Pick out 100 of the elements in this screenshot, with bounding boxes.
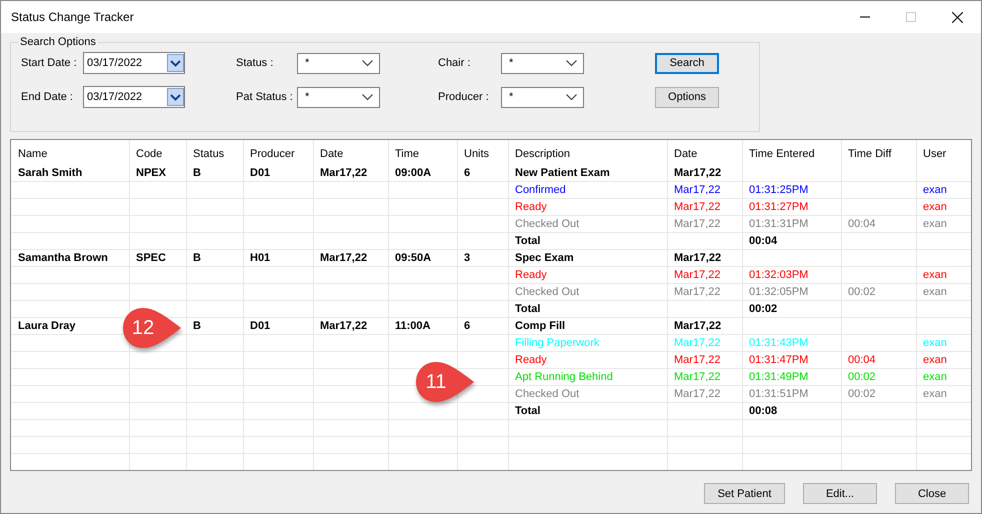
- column-header[interactable]: Status: [186, 145, 243, 165]
- action-button[interactable]: Close: [895, 483, 969, 504]
- chevron-icon: [566, 60, 577, 66]
- action-button[interactable]: Set Patient: [704, 483, 785, 504]
- date-field[interactable]: 03/17/2022: [83, 86, 185, 108]
- field-label: Status :: [236, 57, 274, 69]
- table-cell-text: Spec Exam: [514, 251, 575, 266]
- table-cell-text: 01:32:05PM: [748, 285, 810, 300]
- field-label: Producer :: [438, 91, 490, 103]
- column-header[interactable]: Time Entered: [742, 145, 841, 165]
- column-header[interactable]: Date: [313, 145, 388, 165]
- dropdown-field[interactable]: *: [501, 86, 584, 108]
- dropdown-field[interactable]: *: [501, 52, 584, 74]
- table-cell-text: 00:02: [748, 302, 778, 317]
- dropdown-icon[interactable]: [167, 88, 184, 106]
- table-cell-text: exan: [922, 268, 948, 283]
- table-cell-text: Total: [514, 404, 542, 419]
- table-cell-text: SPEC: [135, 251, 167, 266]
- table-cell-text: Mar17,22: [673, 217, 722, 232]
- table-cell-text: 00:02: [847, 387, 877, 402]
- chevron-icon: [362, 60, 373, 66]
- table-cell-text: exan: [922, 336, 948, 351]
- column-header[interactable]: Date: [667, 145, 742, 165]
- table-cell-text: 3: [463, 251, 472, 266]
- table-cell-text: Mar17,22: [673, 353, 722, 368]
- table-cell-text: 01:31:31PM: [748, 217, 810, 232]
- column-header[interactable]: Name: [11, 145, 129, 165]
- column-header[interactable]: Description: [508, 145, 667, 165]
- table-cell-text: Total: [514, 302, 542, 317]
- table-cell-text: Mar17,22: [673, 251, 722, 266]
- table-cell-text: exan: [922, 217, 948, 232]
- table-cell-text: Samantha Brown: [17, 251, 109, 266]
- table-cell-text: 01:32:03PM: [748, 268, 810, 283]
- column-header[interactable]: Units: [457, 145, 508, 165]
- table-cell-text: B: [192, 319, 202, 334]
- table-cell-text: 01:31:43PM: [748, 336, 810, 351]
- search-button[interactable]: Search: [655, 52, 719, 74]
- table-cell-text: 00:04: [847, 217, 877, 232]
- callout-badge: 11: [414, 360, 476, 404]
- table-cell-text: Ready: [514, 200, 548, 215]
- action-button[interactable]: Edit...: [803, 483, 877, 504]
- table-cell-text: exan: [922, 370, 948, 385]
- table-cell-text: exan: [922, 183, 948, 198]
- table-cell-text: 00:08: [748, 404, 778, 419]
- table-cell-text: 6: [463, 319, 472, 334]
- dropdown-field[interactable]: *: [297, 86, 380, 108]
- table-cell-text: Mar17,22: [673, 200, 722, 215]
- options-button[interactable]: Options: [655, 86, 719, 108]
- table-cell-text: 00:04: [748, 234, 778, 249]
- table-cell-text: B: [192, 251, 202, 266]
- column-header[interactable]: Code: [129, 145, 186, 165]
- table-cell-text: Laura Dray: [17, 319, 76, 334]
- table-cell-text: Mar17,22: [673, 370, 722, 385]
- table-cell-text: exan: [922, 200, 948, 215]
- column-header[interactable]: Time: [388, 145, 457, 165]
- table-cell-text: Mar17,22: [673, 319, 722, 334]
- table-cell-text: Mar17,22: [319, 166, 368, 181]
- table-cell-text: H01: [249, 251, 272, 266]
- table-cell-text: NPEX: [135, 166, 167, 181]
- dropdown-icon[interactable]: [167, 54, 184, 72]
- table-cell-text: 09:00A: [394, 166, 432, 181]
- table-cell-text: Ready: [514, 353, 548, 368]
- group-title: Search Options: [19, 36, 97, 48]
- table-cell-text: Mar17,22: [673, 166, 722, 181]
- dropdown-field[interactable]: *: [297, 52, 380, 74]
- table-cell-text: Ready: [514, 268, 548, 283]
- table-cell-text: Filling Paperwork: [514, 336, 600, 351]
- table-cell-text: exan: [922, 285, 948, 300]
- table-cell-text: 01:31:47PM: [748, 353, 810, 368]
- table-cell-text: B: [192, 166, 202, 181]
- table-cell-text: Mar17,22: [673, 268, 722, 283]
- callout-badge: 12: [121, 306, 183, 350]
- close-icon[interactable]: [952, 12, 963, 22]
- table-cell-text: Apt Running Behind: [514, 370, 614, 385]
- table-cell-text: Total: [514, 234, 542, 249]
- table-cell-text: 01:31:27PM: [748, 200, 810, 215]
- table-cell-text: Sarah Smith: [17, 166, 84, 181]
- table-cell-text: exan: [922, 387, 948, 402]
- column-header[interactable]: Producer: [243, 145, 313, 165]
- field-label: Chair :: [438, 57, 472, 69]
- date-field[interactable]: 03/17/2022: [83, 52, 185, 74]
- table-cell-text: Confirmed: [514, 183, 567, 198]
- table-cell-text: Mar17,22: [319, 319, 368, 334]
- table-cell-text: 00:02: [847, 285, 877, 300]
- column-header[interactable]: User: [916, 145, 971, 165]
- table-cell-text: exan: [922, 353, 948, 368]
- field-label: Pat Status :: [236, 91, 294, 103]
- table-cell-text: Checked Out: [514, 387, 580, 402]
- table-cell-text: New Patient Exam: [514, 166, 611, 181]
- chevron-icon: [362, 94, 373, 100]
- column-header[interactable]: Time Diff: [841, 145, 916, 165]
- field-label: Start Date :: [21, 57, 78, 69]
- table-cell-text: 00:04: [847, 353, 877, 368]
- table-cell-text: 01:31:25PM: [748, 183, 810, 198]
- table-cell-text: Mar17,22: [673, 285, 722, 300]
- table-cell-text: 6: [463, 166, 472, 181]
- table-cell-text: 00:02: [847, 370, 877, 385]
- table-cell-text: Checked Out: [514, 285, 580, 300]
- chevron-icon: [566, 94, 577, 100]
- table-cell-text: D01: [249, 319, 272, 334]
